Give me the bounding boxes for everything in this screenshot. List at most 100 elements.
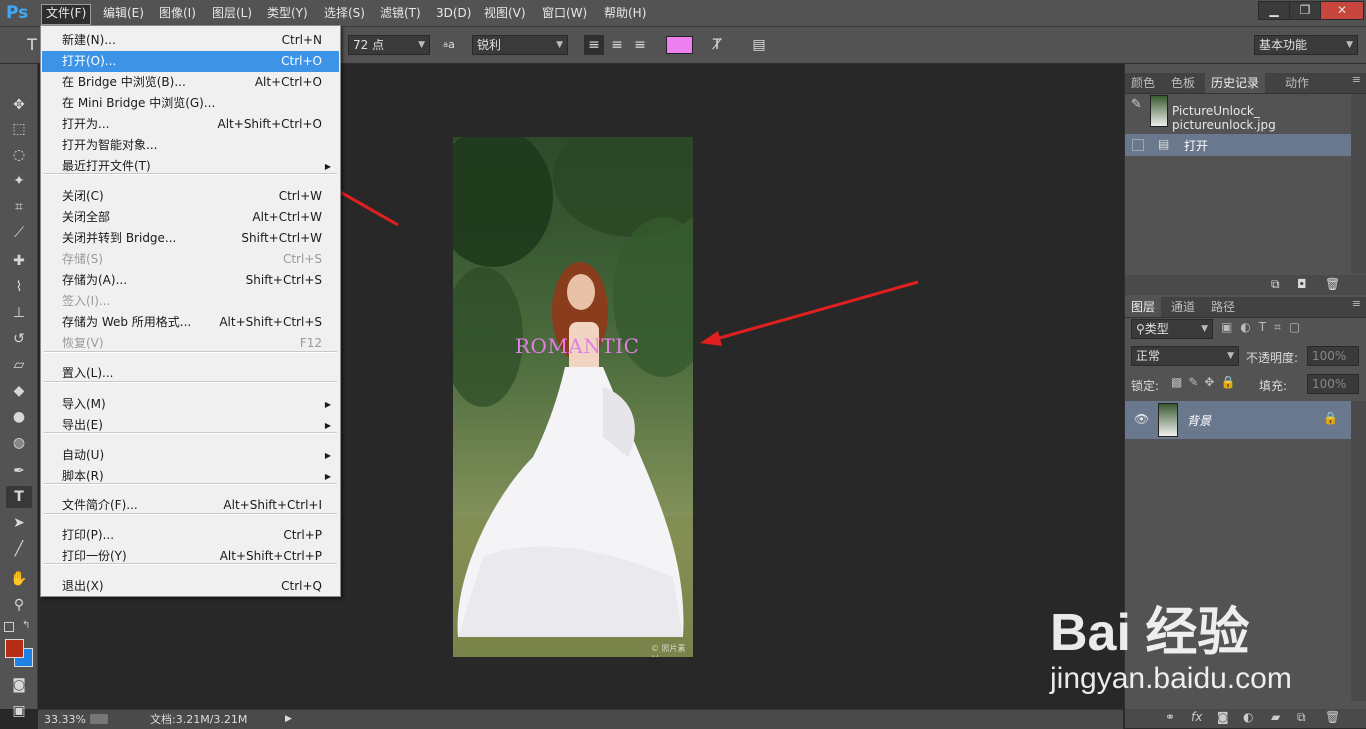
- move-tool-icon[interactable]: ✥: [6, 94, 32, 116]
- blend-mode-select[interactable]: 正常 ▼: [1131, 346, 1239, 366]
- file-menu-item[interactable]: 自动(U) ▶: [42, 445, 339, 466]
- adjustment-icon[interactable]: ◐: [1243, 710, 1253, 724]
- minimize-button[interactable]: ▁: [1258, 1, 1290, 20]
- file-menu-item[interactable]: 打开(O)... Ctrl+O: [42, 51, 339, 72]
- history-scrollbar[interactable]: [1351, 94, 1366, 274]
- fx-icon[interactable]: fx: [1191, 710, 1202, 724]
- fill-field[interactable]: 100%: [1307, 374, 1359, 394]
- path-select-icon[interactable]: ➤: [6, 512, 32, 534]
- menu-edit[interactable]: 编辑(E): [99, 4, 148, 23]
- hand-tool-icon[interactable]: ✋: [6, 568, 32, 590]
- file-menu-item[interactable]: 存储为 Web 所用格式... Alt+Shift+Ctrl+S: [42, 312, 339, 333]
- brush-tool-icon[interactable]: ⌇: [6, 276, 32, 298]
- file-menu-item[interactable]: 导入(M) ▶: [42, 394, 339, 415]
- antialias-select[interactable]: 锐利 ▼: [472, 35, 568, 55]
- menu-help[interactable]: 帮助(H): [600, 4, 650, 23]
- opacity-field[interactable]: 100%: [1307, 346, 1359, 366]
- screen-mode-icon[interactable]: ▣: [6, 700, 32, 722]
- tab-channels[interactable]: 通道: [1165, 297, 1201, 317]
- align-left-icon[interactable]: ≡: [584, 35, 604, 55]
- tab-color[interactable]: 颜色: [1125, 73, 1161, 93]
- folder-icon[interactable]: ▰: [1271, 710, 1280, 724]
- file-menu-item[interactable]: 打开为智能对象...: [42, 135, 339, 156]
- file-menu-item[interactable]: 存储为(A)... Shift+Ctrl+S: [42, 270, 339, 291]
- history-snapshot-name[interactable]: PictureUnlock_ pictureunlock.jpg: [1172, 104, 1366, 132]
- status-preview-icon[interactable]: [90, 714, 108, 724]
- menu-image[interactable]: 图像(I): [155, 4, 200, 23]
- crop-tool-icon[interactable]: ⌗: [6, 196, 32, 218]
- trash-icon[interactable]: 🗑: [1325, 710, 1340, 724]
- lock-icons[interactable]: ▩✎✥🔒: [1171, 375, 1241, 389]
- panel-menu-icon[interactable]: ≡: [1352, 297, 1361, 310]
- layer-row-background[interactable]: 👁 背景 🔒: [1125, 401, 1351, 439]
- eye-icon[interactable]: 👁: [1134, 412, 1149, 426]
- layer-name[interactable]: 背景: [1187, 412, 1211, 429]
- file-menu-item[interactable]: 在 Bridge 中浏览(B)... Alt+Ctrl+O: [42, 72, 339, 93]
- restore-button[interactable]: ❐: [1289, 1, 1321, 20]
- menu-window[interactable]: 窗口(W): [538, 4, 591, 23]
- dodge-tool-icon[interactable]: ◍: [6, 432, 32, 454]
- swap-colors-icon[interactable]: ↰: [22, 620, 30, 631]
- tab-paths[interactable]: 路径: [1205, 297, 1241, 317]
- file-menu-item[interactable]: 打印(P)... Ctrl+P: [42, 525, 339, 546]
- magic-wand-icon[interactable]: ✦: [6, 170, 32, 192]
- tab-history[interactable]: 历史记录: [1205, 73, 1266, 93]
- menu-view[interactable]: 视图(V): [480, 4, 530, 23]
- menu-select[interactable]: 选择(S): [320, 4, 369, 23]
- file-menu-item[interactable]: 打开为... Alt+Shift+Ctrl+O: [42, 114, 339, 135]
- font-size-field[interactable]: 72 点 ▼: [348, 35, 430, 55]
- zoom-tool-icon[interactable]: ⚲: [6, 594, 32, 616]
- pen-tool-icon[interactable]: ✒: [6, 460, 32, 482]
- foreground-color-swatch[interactable]: [5, 639, 24, 658]
- eyedropper-icon[interactable]: ⟋: [6, 222, 32, 244]
- marquee-tool-icon[interactable]: ⬚: [6, 118, 32, 140]
- paint-bucket-icon[interactable]: ◆: [6, 380, 32, 402]
- character-panel-icon[interactable]: ▤: [749, 35, 769, 55]
- file-menu-item[interactable]: 在 Mini Bridge 中浏览(G)...: [42, 93, 339, 114]
- mask-icon[interactable]: ◙: [1217, 710, 1229, 724]
- file-menu-item[interactable]: 关闭并转到 Bridge... Shift+Ctrl+W: [42, 228, 339, 249]
- menu-3d[interactable]: 3D(D): [432, 4, 475, 23]
- history-checkbox[interactable]: [1132, 139, 1144, 151]
- menu-filter[interactable]: 滤镜(T): [376, 4, 425, 23]
- trash-icon[interactable]: 🗑: [1325, 277, 1340, 291]
- history-brush-icon[interactable]: ↺: [6, 328, 32, 350]
- link-layers-icon[interactable]: ⚭: [1165, 710, 1175, 724]
- layer-filter-icons[interactable]: ▣◐T⌗▢: [1221, 320, 1361, 335]
- workspace-select[interactable]: 基本功能 ▼: [1254, 35, 1358, 55]
- file-menu-item[interactable]: 关闭(C) Ctrl+W: [42, 186, 339, 207]
- tab-layers[interactable]: 图层: [1125, 297, 1162, 317]
- layer-filter-kind[interactable]: ⚲类型 ▼: [1131, 319, 1213, 339]
- healing-brush-icon[interactable]: ✚: [6, 250, 32, 272]
- text-tool-preset-icon[interactable]: T: [22, 35, 42, 55]
- quick-mask-icon[interactable]: ◙: [6, 674, 32, 696]
- zoom-level[interactable]: 33.33%: [44, 710, 86, 729]
- file-menu-item[interactable]: 退出(X) Ctrl+Q: [42, 576, 339, 597]
- clone-stamp-icon[interactable]: ⊥: [6, 302, 32, 324]
- file-menu-item[interactable]: 新建(N)... Ctrl+N: [42, 30, 339, 51]
- camera-icon[interactable]: ◘: [1297, 277, 1307, 291]
- layers-scrollbar[interactable]: [1351, 401, 1366, 701]
- text-color-swatch[interactable]: [666, 36, 693, 54]
- history-step-row[interactable]: ▤ 打开: [1125, 134, 1351, 156]
- new-layer-icon[interactable]: ⧉: [1297, 710, 1306, 725]
- snapshot-thumbnail[interactable]: [1150, 95, 1168, 127]
- default-colors-icon[interactable]: [4, 622, 14, 632]
- document-photo[interactable]: ROMANTIC © 照片素材: [453, 137, 693, 657]
- lasso-tool-icon[interactable]: ◌: [6, 144, 32, 166]
- menu-file[interactable]: 文件(F): [41, 4, 92, 25]
- menu-type[interactable]: 类型(Y): [263, 4, 312, 23]
- line-tool-icon[interactable]: ╱: [6, 538, 32, 560]
- close-button[interactable]: ✕: [1320, 1, 1364, 20]
- align-center-icon[interactable]: ≡: [607, 35, 627, 55]
- tab-actions[interactable]: 动作: [1279, 73, 1315, 93]
- file-menu-item[interactable]: 关闭全部 Alt+Ctrl+W: [42, 207, 339, 228]
- menu-layer[interactable]: 图层(L): [208, 4, 256, 23]
- eraser-tool-icon[interactable]: ▱: [6, 354, 32, 376]
- blur-tool-icon[interactable]: ●: [6, 406, 32, 428]
- tab-swatches[interactable]: 色板: [1165, 73, 1201, 93]
- romantic-text-layer[interactable]: ROMANTIC: [515, 334, 639, 358]
- new-document-from-state-icon[interactable]: ⧉: [1271, 277, 1280, 292]
- status-menu-arrow-icon[interactable]: ▶: [285, 710, 292, 729]
- panel-menu-icon[interactable]: ≡: [1352, 73, 1361, 86]
